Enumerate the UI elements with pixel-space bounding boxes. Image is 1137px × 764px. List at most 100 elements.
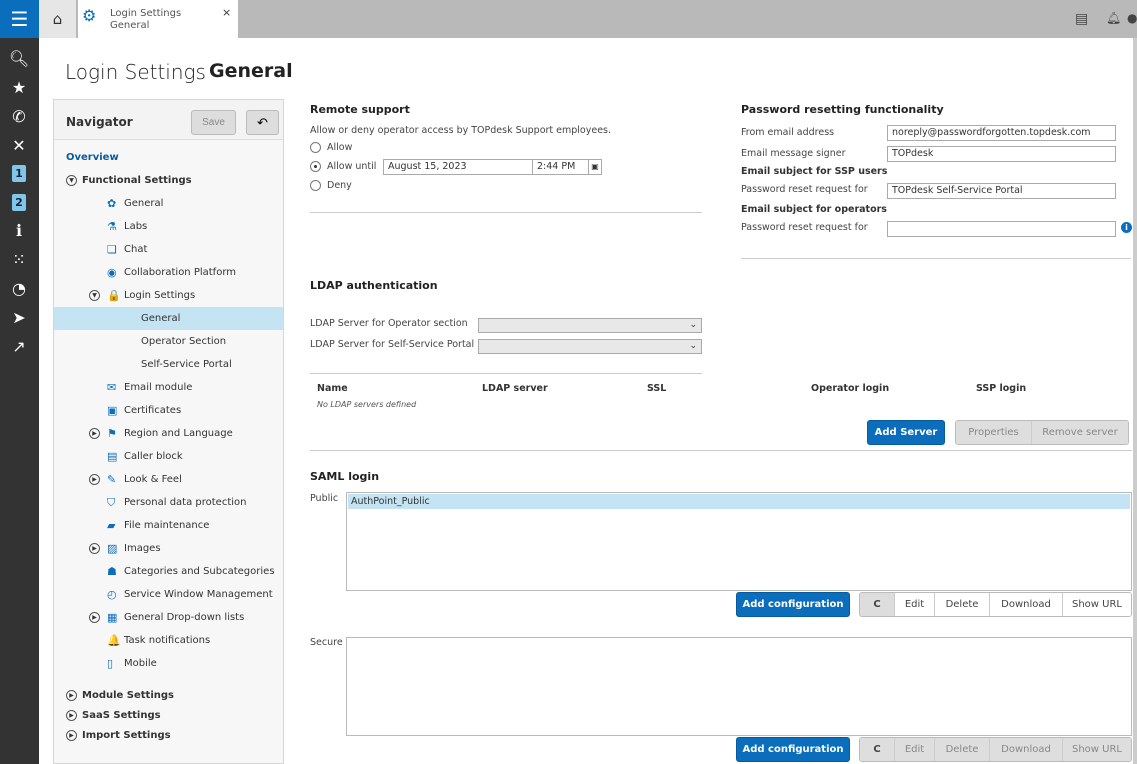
first-line-icon[interactable]: 1	[12, 165, 26, 182]
radio-deny[interactable]	[310, 180, 321, 191]
nav-item-file-maintenance[interactable]: ▰File maintenance	[54, 514, 283, 537]
ldap-ssp-select[interactable]: ⌄	[478, 339, 702, 354]
nav-item-certificates[interactable]: ▣Certificates	[54, 399, 283, 422]
refresh-icon[interactable]: C	[860, 738, 894, 761]
column-header-ssp-login[interactable]: SSP login	[976, 383, 1026, 394]
nav-item-look-feel[interactable]: ▶✎Look & Feel	[54, 468, 283, 491]
tab-login-settings[interactable]: ⚙ Login Settings General ×	[78, 0, 238, 38]
column-header-name[interactable]: Name	[317, 383, 348, 394]
expand-icon[interactable]: ▶	[66, 730, 77, 741]
expand-icon[interactable]: ▶	[66, 690, 77, 701]
scrollbar[interactable]	[1133, 38, 1137, 764]
nav-item-personal-data-protection[interactable]: ⛉Personal data protection	[54, 491, 283, 514]
expand-icon[interactable]: ▶	[89, 474, 100, 485]
tab-subtitle: General	[110, 20, 149, 31]
calendar-icon[interactable]: ▣	[588, 159, 602, 175]
save-button[interactable]: Save	[191, 110, 236, 135]
nav-item-labs[interactable]: ⚗Labs	[54, 215, 283, 238]
phone-icon[interactable]: ✆	[8, 106, 30, 128]
nav-item-general[interactable]: General	[54, 307, 283, 330]
undo-button[interactable]: ↶	[246, 110, 279, 135]
date-input[interactable]: August 15, 2023	[383, 159, 533, 175]
add-configuration-button[interactable]: Add configuration	[736, 737, 850, 762]
ssp-subject-input[interactable]: TOPdesk Self-Service Portal	[887, 183, 1116, 199]
show-url-button[interactable]: Show URL	[1062, 593, 1131, 616]
nav-item-functional-settings[interactable]: ▼Functional Settings	[54, 169, 283, 192]
search-icon[interactable]: 🔍︎	[8, 48, 30, 70]
add-configuration-button[interactable]: Add configuration	[736, 592, 850, 617]
external-link-icon[interactable]: ↗	[8, 336, 30, 358]
nav-item-operator-section[interactable]: Operator Section	[54, 330, 283, 353]
layout-icon[interactable]: ▤	[1075, 11, 1088, 27]
expand-icon[interactable]: ▶	[66, 710, 77, 721]
nav-item-region-and-language[interactable]: ▶⚑Region and Language	[54, 422, 283, 445]
nav-item-overview[interactable]: Overview	[54, 146, 283, 169]
nav-item-email-module[interactable]: ✉Email module	[54, 376, 283, 399]
nav-item-categories-and-subcategories[interactable]: ☗Categories and Subcategories	[54, 560, 283, 583]
password-reset-heading: Password resetting functionality	[741, 103, 944, 116]
clipboard-star-icon[interactable]: ★	[8, 77, 30, 99]
nav-item-icon: ❏	[107, 238, 117, 261]
dashboard-icon[interactable]: ◔	[8, 278, 30, 300]
delete-button[interactable]: Delete	[934, 593, 989, 616]
expand-icon[interactable]: ▶	[89, 543, 100, 554]
download-button[interactable]: Download	[989, 738, 1062, 761]
deny-label: Deny	[327, 180, 352, 191]
nav-item-service-window-management[interactable]: ◴Service Window Management	[54, 583, 283, 606]
show-url-button[interactable]: Show URL	[1062, 738, 1131, 761]
nav-item-chat[interactable]: ❏Chat	[54, 238, 283, 261]
public-config-list[interactable]: AuthPoint_Public	[346, 492, 1132, 591]
tools-icon[interactable]: ✕	[8, 135, 30, 157]
refresh-icon[interactable]: C	[860, 593, 894, 616]
nav-item-caller-block[interactable]: ▤Caller block	[54, 445, 283, 468]
properties-button[interactable]: Properties	[956, 421, 1031, 444]
time-input[interactable]: 2:44 PM	[532, 159, 589, 175]
divider	[741, 258, 1131, 259]
ldap-operator-select[interactable]: ⌄	[478, 318, 702, 333]
from-email-input[interactable]: noreply@passwordforgotten.topdesk.com	[887, 125, 1116, 141]
remove-server-button[interactable]: Remove server	[1031, 421, 1128, 444]
menu-icon[interactable]: ☰	[0, 0, 39, 38]
collapse-icon[interactable]: ▼	[89, 290, 100, 301]
send-icon[interactable]: ➤	[8, 307, 30, 329]
info-icon[interactable]: i	[1121, 222, 1132, 233]
download-button[interactable]: Download	[989, 593, 1062, 616]
operator-subject-heading: Email subject for operators	[741, 204, 887, 215]
nav-item-images[interactable]: ▶▨Images	[54, 537, 283, 560]
edit-button[interactable]: Edit	[894, 593, 934, 616]
column-header-operator-login[interactable]: Operator login	[811, 383, 889, 394]
operator-subject-input[interactable]	[887, 221, 1116, 237]
list-item[interactable]: AuthPoint_Public	[348, 494, 1130, 509]
expand-icon[interactable]: ▶	[89, 428, 100, 439]
nav-item-self-service-portal[interactable]: Self-Service Portal	[54, 353, 283, 376]
expand-icon[interactable]: ▶	[89, 612, 100, 623]
divider	[310, 373, 702, 374]
bell-icon[interactable]: 🔔︎	[1106, 11, 1121, 25]
close-icon[interactable]: ×	[222, 6, 231, 19]
nav-item-task-notifications[interactable]: 🔔Task notifications	[54, 629, 283, 652]
column-header-ssl[interactable]: SSL	[647, 383, 666, 394]
delete-button[interactable]: Delete	[934, 738, 989, 761]
nav-item-import-settings[interactable]: ▶Import Settings	[54, 724, 283, 747]
secure-config-list[interactable]	[346, 637, 1132, 736]
add-server-button[interactable]: Add Server	[867, 420, 945, 445]
nav-item-login-settings[interactable]: ▼🔒Login Settings	[54, 284, 283, 307]
user-icon[interactable]: ●	[1127, 11, 1137, 25]
signer-input[interactable]: TOPdesk	[887, 146, 1116, 162]
nav-item-general[interactable]: ✿General	[54, 192, 283, 215]
nav-item-label: Caller block	[124, 445, 183, 468]
radio-allow[interactable]	[310, 142, 321, 153]
nav-item-general-drop-down-lists[interactable]: ▶▦General Drop-down lists	[54, 606, 283, 629]
column-header-ldap-server[interactable]: LDAP server	[482, 383, 548, 394]
nav-item-label: Categories and Subcategories	[124, 560, 275, 583]
edit-button[interactable]: Edit	[894, 738, 934, 761]
info-icon[interactable]: ℹ	[8, 220, 30, 242]
nav-item-collaboration-platform[interactable]: ◉Collaboration Platform	[54, 261, 283, 284]
grid-icon[interactable]: ⁙	[8, 249, 30, 271]
second-line-icon[interactable]: 2	[12, 194, 26, 211]
nav-item-mobile[interactable]: ▯Mobile	[54, 652, 283, 675]
radio-allow-until[interactable]	[310, 161, 321, 172]
collapse-icon[interactable]: ▼	[66, 175, 77, 186]
nav-item-label: Overview	[66, 146, 119, 169]
home-icon[interactable]: ⌂	[39, 0, 76, 38]
